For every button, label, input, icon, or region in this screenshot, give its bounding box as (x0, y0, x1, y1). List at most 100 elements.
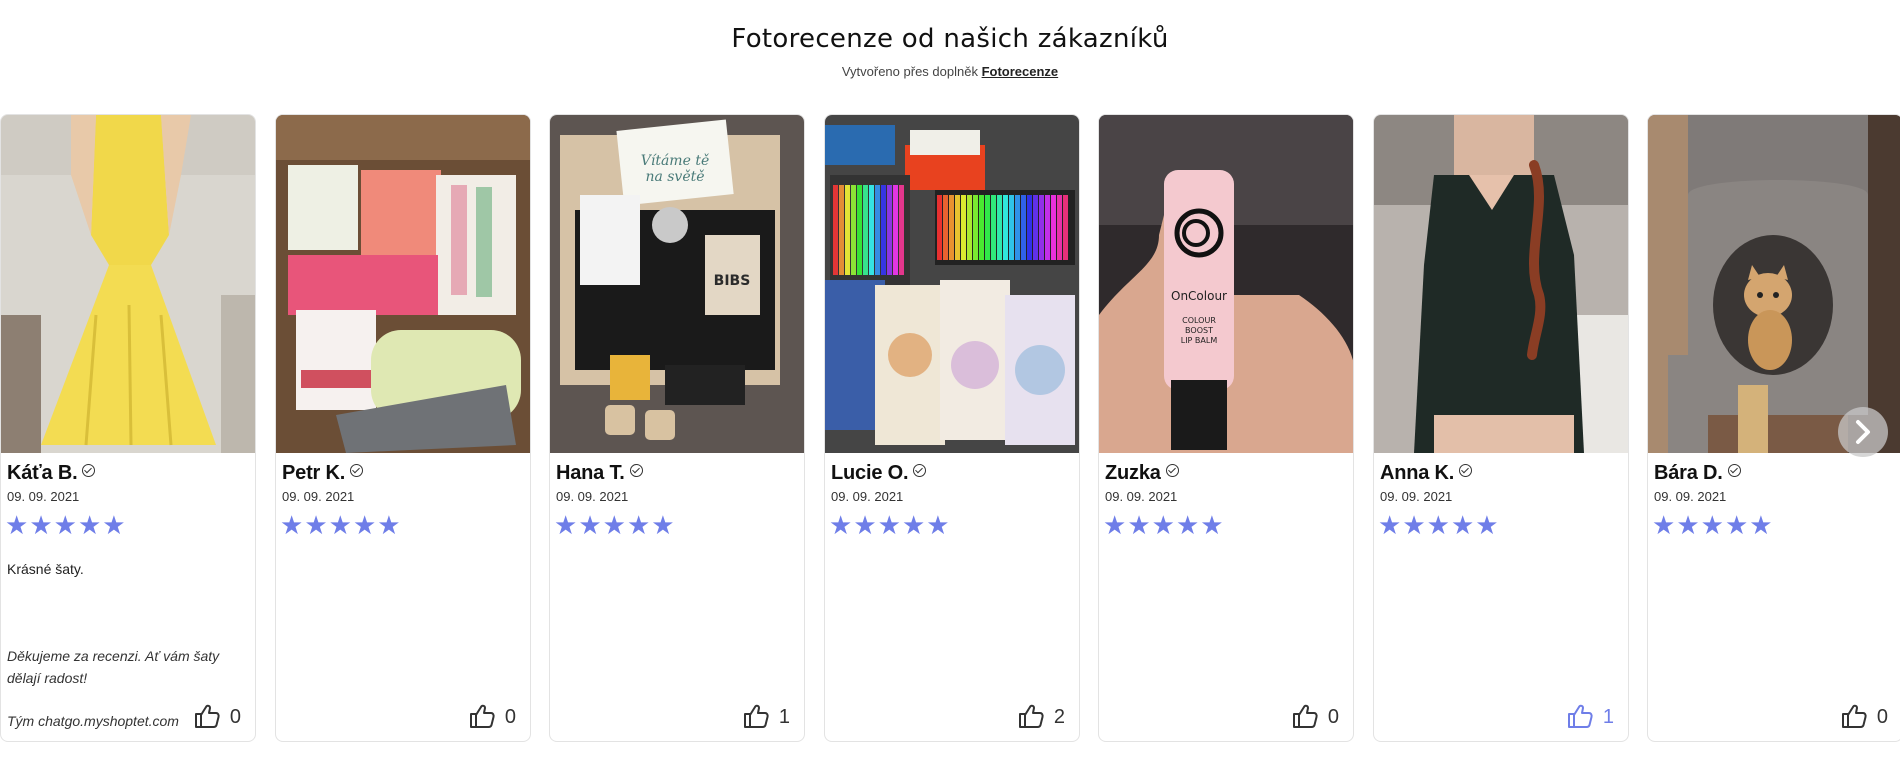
review-photo-image (1648, 115, 1900, 453)
review-card[interactable]: Vítáme tě na světě BIBS Hana T. 09. 09. … (549, 114, 805, 742)
star-icon: ★ (1200, 510, 1224, 540)
star-icon: ★ (53, 510, 77, 540)
page-title: Fotorecenze od našich zákazníků (731, 24, 1169, 54)
star-rating: ★ ★ ★ ★ ★ (1378, 512, 1499, 538)
reviewer-row: Zuzka (1105, 460, 1179, 486)
review-photo-image (1374, 115, 1628, 453)
like-count: 0 (1876, 705, 1888, 728)
star-icon: ★ (328, 510, 352, 540)
like-button[interactable]: 0 (1290, 703, 1339, 731)
review-photo[interactable] (1, 115, 255, 453)
reviewer-row: Anna K. (1380, 460, 1473, 486)
like-count: 1 (1602, 705, 1614, 728)
reviewer-name: Káťa B. (7, 461, 78, 484)
thumbs-up-icon (743, 704, 769, 728)
star-icon: ★ (901, 510, 926, 540)
like-count: 1 (778, 705, 790, 728)
subtitle-text: Vytvořeno přes doplněk (841, 64, 978, 79)
star-icon: ★ (1676, 510, 1700, 540)
like-button[interactable]: 0 (1839, 703, 1888, 731)
shop-reply-author: Tým chatgo.myshoptet.com (7, 713, 179, 729)
like-button[interactable]: 1 (741, 703, 790, 731)
verified-icon (1165, 463, 1179, 477)
like-count: 0 (504, 705, 516, 728)
svg-text:na světě: na světě (645, 169, 704, 185)
verified-icon (913, 463, 927, 477)
svg-text:COLOUR: COLOUR (1182, 316, 1216, 325)
review-photo[interactable]: OnColour COLOUR BOOST LIP BALM (1099, 115, 1353, 453)
review-card[interactable]: Anna K. 09. 09. 2021 ★ ★ ★ ★ ★ 1 (1373, 114, 1629, 742)
review-date: 09. 09. 2021 (1380, 489, 1453, 504)
review-card[interactable]: Petr K. 09. 09. 2021 ★ ★ ★ ★ ★ 0 (275, 114, 531, 742)
star-rating: ★ ★ ★ ★ ★ (554, 512, 675, 538)
review-date: 09. 09. 2021 (282, 489, 355, 504)
like-button[interactable]: 0 (467, 703, 516, 731)
review-photo-image: OnColour COLOUR BOOST LIP BALM (1099, 115, 1353, 453)
chevron-right-icon (1856, 420, 1870, 444)
review-photo[interactable] (825, 115, 1079, 453)
verified-icon (1459, 463, 1473, 477)
star-icon: ★ (1724, 510, 1749, 540)
review-photo[interactable] (276, 115, 530, 453)
carousel-next-button[interactable] (1838, 407, 1888, 457)
reviewer-row: Bára D. (1654, 460, 1741, 486)
review-photo[interactable] (1374, 115, 1628, 453)
star-icon: ★ (1749, 510, 1773, 540)
star-icon: ★ (280, 510, 304, 540)
subtitle: Vytvořeno přes doplněk Fotorecenze (0, 64, 1900, 79)
star-icon: ★ (352, 510, 377, 540)
star-icon: ★ (853, 510, 877, 540)
reviewer-row: Káťa B. (7, 460, 96, 486)
review-date: 09. 09. 2021 (556, 489, 629, 504)
star-icon: ★ (1426, 510, 1450, 540)
star-icon: ★ (626, 510, 651, 540)
star-rating: ★ ★ ★ ★ ★ (829, 512, 950, 538)
star-icon: ★ (1402, 510, 1426, 540)
svg-text:LIP BALM: LIP BALM (1181, 336, 1218, 345)
star-icon: ★ (578, 510, 602, 540)
review-card[interactable]: Káťa B. 09. 09. 2021 ★ ★ ★ ★ ★ Krásné šaty. … (0, 114, 256, 742)
review-date: 09. 09. 2021 (1105, 489, 1178, 504)
review-photo-image (276, 115, 530, 453)
svg-text:BOOST: BOOST (1185, 326, 1213, 335)
star-icon: ★ (1103, 510, 1127, 540)
review-photo[interactable] (1648, 115, 1900, 453)
review-photo[interactable]: Vítáme tě na světě BIBS (550, 115, 804, 453)
star-icon: ★ (602, 510, 626, 540)
like-button[interactable]: 1 (1565, 703, 1614, 731)
plugin-link[interactable]: Fotorecenze (982, 64, 1059, 79)
reviewer-name: Petr K. (282, 461, 346, 484)
review-card[interactable]: Lucie O. 09. 09. 2021 ★ ★ ★ ★ ★ 2 (824, 114, 1080, 742)
reviewer-name: Zuzka (1105, 461, 1161, 484)
review-date: 09. 09. 2021 (1654, 489, 1727, 504)
review-card[interactable]: OnColour COLOUR BOOST LIP BALM Zuzka 09.… (1098, 114, 1354, 742)
review-date: 09. 09. 2021 (7, 489, 80, 504)
like-count: 2 (1053, 705, 1065, 728)
star-icon: ★ (1700, 510, 1724, 540)
review-photo-image: Vítáme tě na světě BIBS (550, 115, 804, 453)
star-icon: ★ (5, 510, 29, 540)
star-icon: ★ (29, 510, 53, 540)
star-icon: ★ (1475, 510, 1499, 540)
star-icon: ★ (102, 510, 126, 540)
reviewer-row: Petr K. (282, 460, 364, 486)
star-icon: ★ (77, 510, 102, 540)
like-count: 0 (229, 705, 241, 728)
star-icon: ★ (304, 510, 328, 540)
star-icon: ★ (377, 510, 401, 540)
star-icon: ★ (877, 510, 901, 540)
like-button[interactable]: 0 (192, 703, 241, 731)
star-icon: ★ (651, 510, 675, 540)
reviewer-name: Lucie O. (831, 461, 909, 484)
review-text: Krásné šaty. (7, 561, 84, 577)
review-photo-image (825, 115, 1079, 453)
star-icon: ★ (1151, 510, 1175, 540)
like-button[interactable]: 2 (1016, 703, 1065, 731)
reviewer-row: Hana T. (556, 460, 643, 486)
star-rating: ★ ★ ★ ★ ★ (5, 512, 126, 538)
star-icon: ★ (1175, 510, 1200, 540)
star-icon: ★ (1127, 510, 1151, 540)
star-icon: ★ (554, 510, 578, 540)
star-icon: ★ (1450, 510, 1475, 540)
star-rating: ★ ★ ★ ★ ★ (280, 512, 401, 538)
